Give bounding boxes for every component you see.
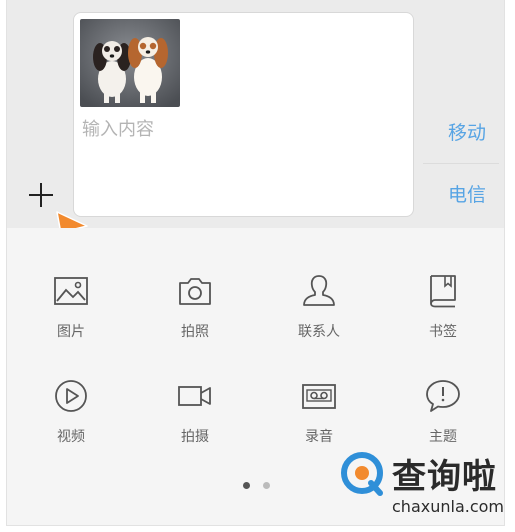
video-play-icon	[55, 380, 87, 412]
tool-label: 拍摄	[181, 429, 209, 445]
compose-area: 输入内容 移动 电信	[7, 0, 504, 245]
bookmark-icon	[430, 275, 456, 308]
contact-icon	[303, 275, 335, 306]
tool-bookmark[interactable]: 书签	[393, 273, 493, 353]
tool-label: 主题	[429, 429, 457, 445]
watermark-logo-icon	[341, 452, 383, 496]
watermark-title: 查询啦	[392, 457, 497, 497]
watermark: 查询啦 chaxunla.com	[334, 445, 515, 527]
tool-label: 视频	[57, 429, 85, 445]
tool-picture[interactable]: 图片	[21, 273, 121, 353]
speech-bubble-icon	[426, 380, 460, 412]
tool-record-video[interactable]: 拍摄	[145, 378, 245, 458]
tool-label: 拍照	[181, 324, 209, 340]
page-dot[interactable]	[263, 482, 270, 489]
attached-photo[interactable]	[80, 19, 180, 107]
tool-contact[interactable]: 联系人	[269, 273, 369, 353]
carrier-divider	[423, 163, 499, 164]
tool-label: 联系人	[298, 324, 340, 340]
video-camera-icon	[178, 386, 211, 406]
camera-icon	[179, 278, 211, 305]
tool-camera[interactable]: 拍照	[145, 273, 245, 353]
tool-label: 录音	[305, 429, 333, 445]
page-dot-active[interactable]	[243, 482, 250, 489]
dogs-photo-image	[80, 19, 180, 107]
picture-icon	[54, 277, 88, 305]
send-via-telecom-button[interactable]: 电信	[448, 180, 486, 207]
message-input-placeholder[interactable]: 输入内容	[82, 115, 154, 141]
tape-recorder-icon	[302, 384, 336, 409]
message-input-card[interactable]: 输入内容	[73, 12, 414, 217]
send-via-mobile-button[interactable]: 移动	[448, 118, 486, 145]
plus-icon[interactable]	[27, 181, 55, 209]
watermark-url: chaxunla.com	[392, 497, 504, 516]
tool-label: 书签	[429, 324, 457, 340]
tool-label: 图片	[57, 324, 85, 340]
tool-video[interactable]: 视频	[21, 378, 121, 458]
